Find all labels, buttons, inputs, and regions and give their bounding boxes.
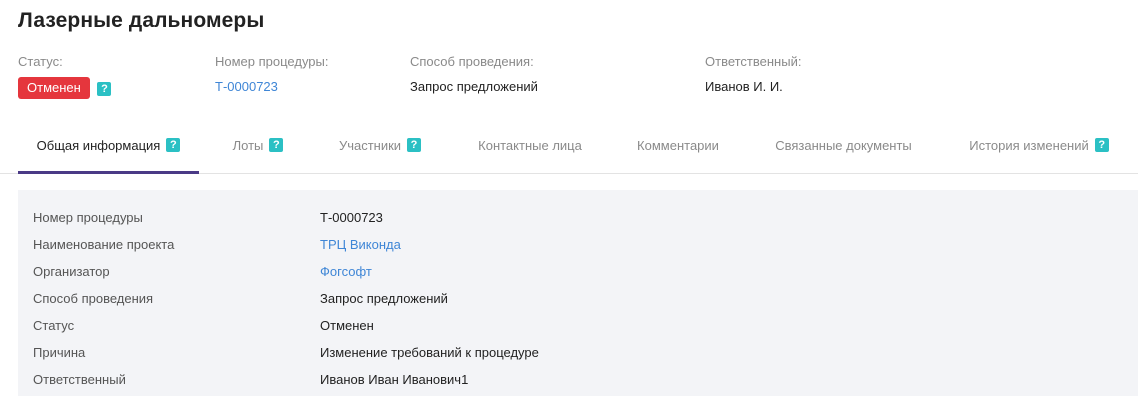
tab-participants-label: Участники: [338, 138, 402, 153]
tab-bar: Общая информация? Лоты? Участники? Конта…: [0, 120, 1138, 174]
info-value: Изменение требований к процедуре: [320, 345, 539, 360]
meta-status-label: Статус:: [18, 54, 63, 69]
tab-related-docs-label: Связанные документы: [775, 138, 912, 153]
meta-status-value-wrap: Отменен ?: [18, 77, 112, 99]
meta-method: Способ проведения: Запрос предложений: [410, 54, 538, 94]
info-value: Иванов Иван Иванович1: [320, 372, 469, 387]
organizer-link[interactable]: Фогсофт: [320, 264, 372, 279]
tab-general-info-label: Общая информация: [36, 138, 161, 153]
meta-responsible-value: Иванов И. И.: [705, 79, 783, 94]
info-label: Причина: [33, 345, 86, 360]
tab-participants[interactable]: Участники?: [325, 120, 435, 174]
info-label: Организатор: [33, 264, 110, 279]
tab-lots[interactable]: Лоты?: [218, 120, 298, 174]
tab-history[interactable]: История изменений?: [955, 120, 1123, 174]
status-badge: Отменен: [18, 77, 90, 99]
status-help-icon[interactable]: ?: [97, 81, 112, 96]
info-label: Статус: [33, 318, 75, 333]
tab-history-label: История изменений: [969, 138, 1089, 153]
tab-contacts-label: Контактные лица: [478, 138, 582, 153]
tab-general-info-help-icon[interactable]: ?: [166, 138, 181, 153]
meta-responsible-label: Ответственный:: [705, 54, 802, 69]
project-link[interactable]: ТРЦ Виконда: [320, 237, 401, 252]
meta-method-label: Способ проведения:: [410, 54, 534, 69]
info-value: Т-0000723: [320, 210, 383, 225]
info-label: Номер процедуры: [33, 210, 143, 225]
tab-comments[interactable]: Комментарии: [623, 120, 733, 174]
tab-participants-help-icon[interactable]: ?: [407, 138, 422, 153]
info-label: Ответственный: [33, 372, 126, 387]
tab-history-help-icon[interactable]: ?: [1094, 138, 1109, 153]
tab-comments-label: Комментарии: [637, 138, 719, 153]
tab-lots-label: Лоты: [232, 138, 264, 153]
info-value: Запрос предложений: [320, 291, 448, 306]
meta-procedure-number-label: Номер процедуры:: [215, 54, 329, 69]
meta-status: Статус: Отменен ?: [18, 54, 112, 99]
tab-contacts[interactable]: Контактные лица: [465, 120, 595, 174]
info-label: Наименование проекта: [33, 237, 175, 252]
meta-method-value: Запрос предложений: [410, 79, 538, 94]
info-value: Отменен: [320, 318, 374, 333]
tab-lots-help-icon[interactable]: ?: [269, 138, 284, 153]
tab-related-docs[interactable]: Связанные документы: [760, 120, 927, 174]
page-title: Лазерные дальномеры: [18, 9, 265, 32]
procedure-number-link[interactable]: Т-0000723: [215, 79, 278, 94]
meta-procedure-number: Номер процедуры: Т-0000723: [215, 54, 329, 94]
info-label: Способ проведения: [33, 291, 154, 306]
meta-responsible: Ответственный: Иванов И. И.: [705, 54, 802, 94]
general-info-panel: Номер процедуры Т-0000723 Наименование п…: [18, 190, 1138, 396]
tab-general-info[interactable]: Общая информация?: [18, 120, 199, 174]
